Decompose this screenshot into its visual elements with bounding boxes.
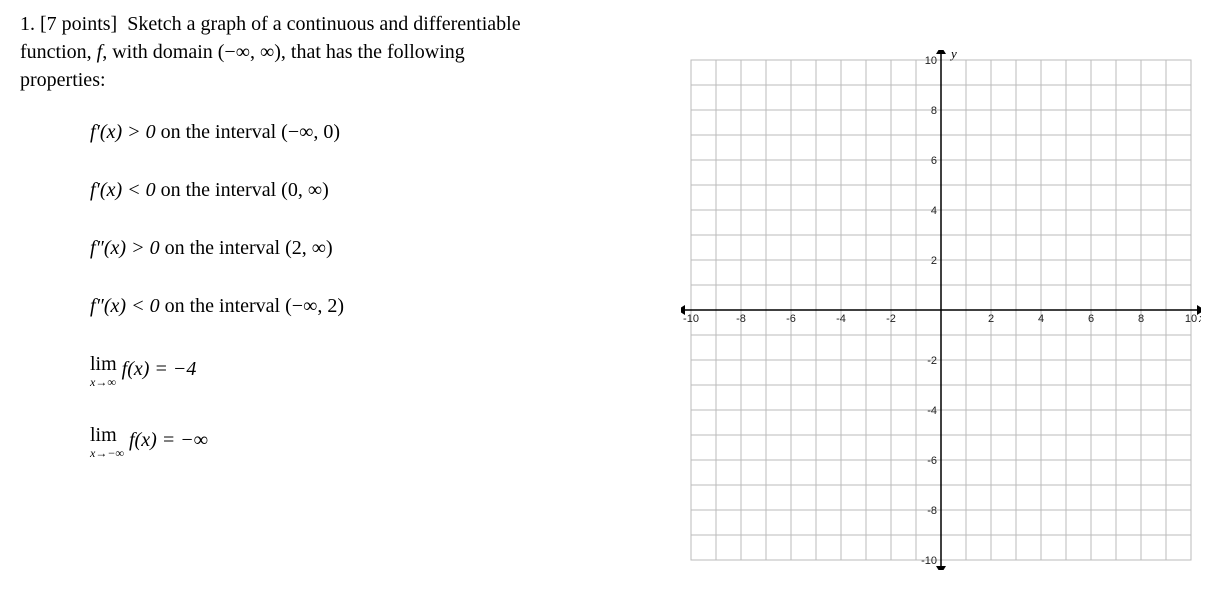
svg-text:10: 10 [925, 55, 937, 67]
limit-1: lim x→∞ [90, 350, 117, 391]
svg-text:-4: -4 [927, 405, 937, 417]
prop5-body: f(x) = −4 [117, 358, 197, 380]
prop3-expr: f″(x) > 0 [90, 237, 160, 259]
prop2-int: (0, ∞) [281, 179, 329, 201]
intro-line2-part3: , that has the following [281, 41, 465, 63]
property-2: f′(x) < 0 on the interval (0, ∞) [90, 176, 680, 204]
limit-2: lim x→−∞ [90, 421, 124, 462]
svg-text:y: y [949, 50, 957, 61]
prop3-text: on the interval [160, 237, 286, 259]
prop3-int: (2, ∞) [285, 237, 333, 259]
svg-text:-6: -6 [927, 455, 937, 467]
property-6: lim x→−∞ f(x) = −∞ [90, 421, 680, 462]
limit2-sub: x→−∞ [90, 445, 124, 462]
problem-number: 1. [7 points] [20, 13, 117, 35]
prop1-expr: f′(x) > 0 [90, 121, 156, 143]
coordinate-grid: -10 -8 -6 -4 -2 2 4 6 8 10 -10 -8 -6 -4 -2 2 4 6 8 10 y x [681, 50, 1201, 570]
svg-text:2: 2 [931, 255, 937, 267]
svg-text:8: 8 [931, 105, 937, 117]
prop2-text: on the interval [156, 179, 282, 201]
prop1-text: on the interval [156, 121, 282, 143]
prop6-body: f(x) = −∞ [124, 429, 208, 451]
intro-line2-part2: , with domain [102, 41, 218, 63]
svg-text:x: x [1198, 310, 1201, 325]
svg-text:6: 6 [1088, 313, 1094, 325]
graph-area: -10 -8 -6 -4 -2 2 4 6 8 10 -10 -8 -6 -4 -2 2 4 6 8 10 y x [680, 10, 1202, 570]
svg-text:10: 10 [1185, 313, 1197, 325]
properties-list: f′(x) > 0 on the interval (−∞, 0) f′(x) … [20, 118, 680, 462]
prop4-text: on the interval [160, 295, 286, 317]
svg-text:2: 2 [988, 313, 994, 325]
problem-intro: 1. [7 points] Sketch a graph of a contin… [20, 10, 680, 94]
svg-text:-2: -2 [886, 313, 896, 325]
intro-domain: (−∞, ∞) [218, 41, 281, 63]
property-4: f″(x) < 0 on the interval (−∞, 2) [90, 292, 680, 320]
svg-text:8: 8 [1138, 313, 1144, 325]
svg-text:-6: -6 [786, 313, 796, 325]
prop4-int: (−∞, 2) [285, 295, 344, 317]
svg-text:-8: -8 [736, 313, 746, 325]
svg-text:4: 4 [931, 205, 937, 217]
prop4-expr: f″(x) < 0 [90, 295, 160, 317]
limit2-top: lim [90, 424, 117, 446]
prop1-int: (−∞, 0) [281, 121, 340, 143]
intro-line2-part1: function, [20, 41, 92, 63]
svg-text:-10: -10 [921, 555, 937, 567]
prop2-expr: f′(x) < 0 [90, 179, 156, 201]
svg-text:6: 6 [931, 155, 937, 167]
property-3: f″(x) > 0 on the interval (2, ∞) [90, 234, 680, 262]
intro-line3: properties: [20, 69, 106, 91]
svg-text:4: 4 [1038, 313, 1044, 325]
svg-text:-2: -2 [927, 355, 937, 367]
intro-f: f [92, 41, 103, 63]
svg-text:-8: -8 [927, 505, 937, 517]
property-1: f′(x) > 0 on the interval (−∞, 0) [90, 118, 680, 146]
limit1-sub: x→∞ [90, 374, 117, 391]
svg-text:-10: -10 [683, 313, 699, 325]
svg-text:-4: -4 [836, 313, 846, 325]
problem-text: 1. [7 points] Sketch a graph of a contin… [20, 10, 680, 492]
property-5: lim x→∞ f(x) = −4 [90, 350, 680, 391]
limit1-top: lim [90, 353, 117, 375]
intro-line1: Sketch a graph of a continuous and diffe… [127, 13, 520, 35]
